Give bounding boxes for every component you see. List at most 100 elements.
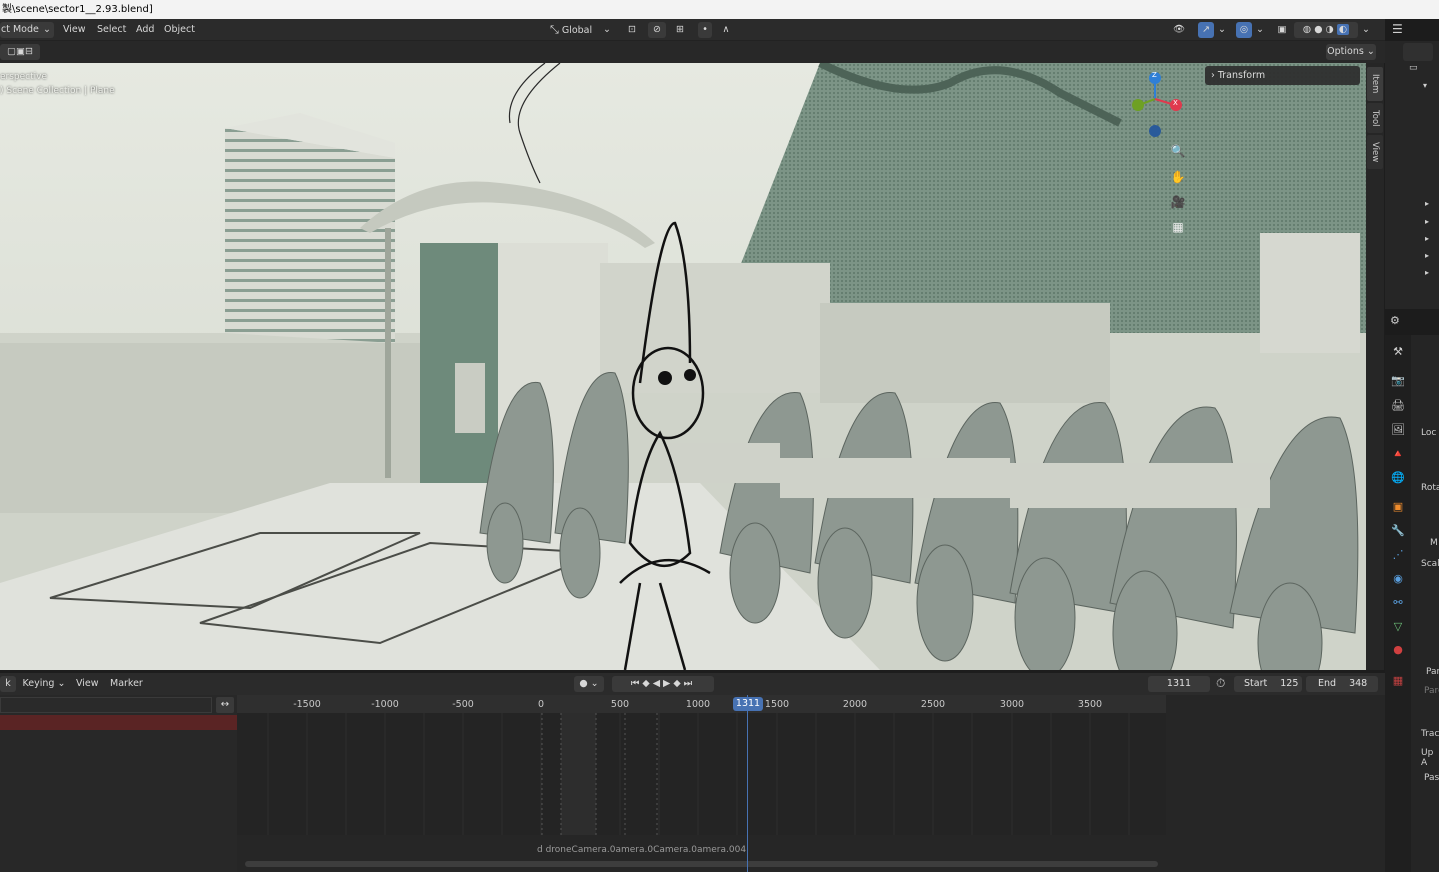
end-value: 348 [1349, 678, 1368, 689]
shading-dropdown[interactable]: ⌄ [1360, 22, 1372, 38]
keying-menu[interactable]: Keying ⌄ [20, 676, 68, 692]
pivot-point-button[interactable]: ⊡ [620, 22, 644, 38]
3d-viewport[interactable]: erspective ) Scene Collection | Plane Z … [0, 63, 1366, 670]
overlay-dropdown[interactable]: ⌄ [1254, 22, 1266, 38]
visibility-button[interactable]: 👁 [1166, 22, 1192, 38]
stopwatch-icon[interactable]: ⏱ [1216, 676, 1225, 691]
channel-search-field[interactable] [0, 697, 212, 713]
chevron-right-icon: › [1211, 70, 1215, 81]
timeline-scrollbar[interactable] [245, 861, 1158, 867]
scene-render [0, 63, 1366, 670]
timeline-ruler[interactable]: -1500 -1000 -500 0 500 1000 1500 2000 25… [237, 695, 1166, 713]
solid-shading-icon[interactable]: ● [1314, 24, 1322, 35]
timeline-gridlines [267, 713, 1130, 835]
view-layer-icon[interactable]: 🖼 [1389, 421, 1407, 439]
hand-pan-icon[interactable]: ✋ [1167, 166, 1189, 188]
scene-icon[interactable]: 🔺 [1389, 445, 1407, 463]
current-frame-field[interactable]: 1311 [1148, 676, 1210, 692]
options-dropdown[interactable]: Options ⌄ [1326, 44, 1376, 60]
output-icon[interactable]: 🖨 [1389, 397, 1407, 415]
select-mode-buttons[interactable]: ▢▣⊟ [0, 44, 40, 60]
expand-arrow-icon[interactable]: ▸ [1425, 268, 1429, 277]
snap-target-button[interactable]: ⊞ [668, 22, 692, 38]
physics-icon[interactable]: ◉ [1389, 570, 1407, 588]
falloff-button[interactable]: ∧ [714, 22, 738, 38]
shading-modes[interactable]: ◍ ● ◑ ◐ [1294, 22, 1358, 38]
start-frame-field[interactable]: Start 125 [1234, 676, 1302, 692]
particles-icon[interactable]: ⋰ [1389, 546, 1407, 564]
menu-view[interactable]: View [63, 23, 86, 37]
next-keyframe-icon[interactable]: ◆ [673, 678, 683, 689]
material-icon[interactable]: ● [1389, 641, 1407, 659]
constraints-icon[interactable]: ⚯ [1389, 594, 1407, 612]
expand-arrow-icon[interactable]: ▸ [1425, 199, 1429, 208]
modifier-wrench-icon[interactable]: 🔧 [1389, 522, 1407, 540]
transform-panel-header[interactable]: › Transform [1205, 66, 1360, 85]
pivot-icon: ⊡ [628, 24, 636, 35]
end-frame-field[interactable]: End 348 [1306, 676, 1378, 692]
options-label: Options [1327, 46, 1364, 57]
tab-view[interactable]: View [1367, 135, 1383, 169]
render-icon[interactable]: 📷 [1389, 372, 1407, 390]
rendered-shading-icon[interactable]: ◐ [1336, 24, 1350, 35]
timeline-menu-view[interactable]: View [76, 677, 99, 691]
outliner-filter[interactable] [1403, 43, 1433, 61]
camera-view-icon[interactable]: 🎥 [1167, 191, 1189, 213]
grid-ortho-icon[interactable]: ▦ [1167, 216, 1189, 238]
window-title: 製\scene\sector1__2.93.blend] [0, 0, 1439, 19]
expand-arrow-icon[interactable]: ▸ [1425, 251, 1429, 260]
prev-keyframe-icon[interactable]: ◆ [642, 678, 652, 689]
snap-toggle[interactable]: ⊘ [648, 22, 666, 38]
wireframe-shading-icon[interactable]: ◍ [1303, 24, 1311, 35]
tab-item[interactable]: Item [1367, 67, 1383, 101]
gizmo-dropdown[interactable]: ⌄ [1216, 22, 1228, 38]
select-new-icon[interactable]: ▢ [7, 46, 16, 57]
data-icon[interactable]: ▽ [1389, 618, 1407, 636]
xray-toggle[interactable]: ▣ [1274, 22, 1290, 38]
timeline-keyframe-area[interactable] [237, 713, 1166, 835]
zoom-icon[interactable]: 🔍 [1167, 140, 1189, 162]
auto-keying-toggle[interactable]: ● ⌄ [574, 676, 604, 692]
play-icon[interactable]: ▶ [663, 678, 673, 689]
swap-arrows-icon[interactable]: ↔ [216, 697, 234, 713]
summary-channel[interactable] [0, 715, 237, 730]
tab-tool[interactable]: Tool [1367, 103, 1383, 133]
tick-label: 500 [610, 699, 630, 710]
expand-arrow-icon[interactable]: ▸ [1425, 217, 1429, 226]
tool-icon[interactable]: ⚒ [1389, 343, 1407, 361]
timeline-menu-marker[interactable]: Marker [110, 677, 143, 691]
material-shading-icon[interactable]: ◑ [1326, 24, 1334, 35]
select-subtract-icon[interactable]: ⊟ [25, 46, 33, 57]
proportional-edit-toggle[interactable]: • [698, 22, 712, 38]
collection-icon: ▭ [1409, 63, 1418, 73]
playhead-frame[interactable]: 1311 [733, 697, 763, 711]
playback-menu[interactable]: k [0, 676, 16, 692]
jump-end-icon[interactable]: ⏭ [684, 678, 696, 689]
camera-markers[interactable]: d droneCamera.0amera.0Camera.0amera.004 [537, 845, 746, 855]
end-label: End [1318, 678, 1337, 689]
object-icon[interactable]: ▣ [1389, 498, 1407, 516]
outliner-editor-type-icon[interactable]: ☰ [1392, 22, 1403, 36]
menu-select[interactable]: Select [97, 23, 126, 37]
snap-icon: ⊞ [676, 24, 684, 35]
play-reverse-icon[interactable]: ◀ [653, 678, 663, 689]
texture-icon[interactable]: ▦ [1389, 672, 1407, 690]
gizmo-toggle[interactable]: ↗ [1198, 22, 1214, 38]
expand-arrow-icon[interactable]: ▾ [1423, 81, 1427, 90]
timeline-channel-region: ↔ [0, 695, 237, 872]
tick-label: 2000 [842, 699, 868, 710]
menu-add[interactable]: Add [136, 23, 154, 37]
record-icon: ● [579, 678, 588, 689]
tick-label: 2500 [920, 699, 946, 710]
world-icon[interactable]: 🌐 [1389, 469, 1407, 487]
properties-editor-type-icon[interactable]: ⚙ [1390, 314, 1400, 327]
expand-arrow-icon[interactable]: ▸ [1425, 234, 1429, 243]
menu-object[interactable]: Object [164, 23, 195, 37]
outliner[interactable]: ▭ ▾ ▸ ▸ ▸ ▸ ▸ [1385, 41, 1439, 309]
select-extend-icon[interactable]: ▣ [16, 46, 25, 57]
mode-select[interactable]: ct Mode ⌄ [0, 22, 54, 38]
transform-orientation-select[interactable]: ⤡ Global ⌄ [548, 22, 614, 38]
jump-start-icon[interactable]: ⏮ [631, 678, 643, 689]
overlay-toggle[interactable]: ◎ [1236, 22, 1252, 38]
overlay-icon: ◎ [1239, 24, 1249, 35]
